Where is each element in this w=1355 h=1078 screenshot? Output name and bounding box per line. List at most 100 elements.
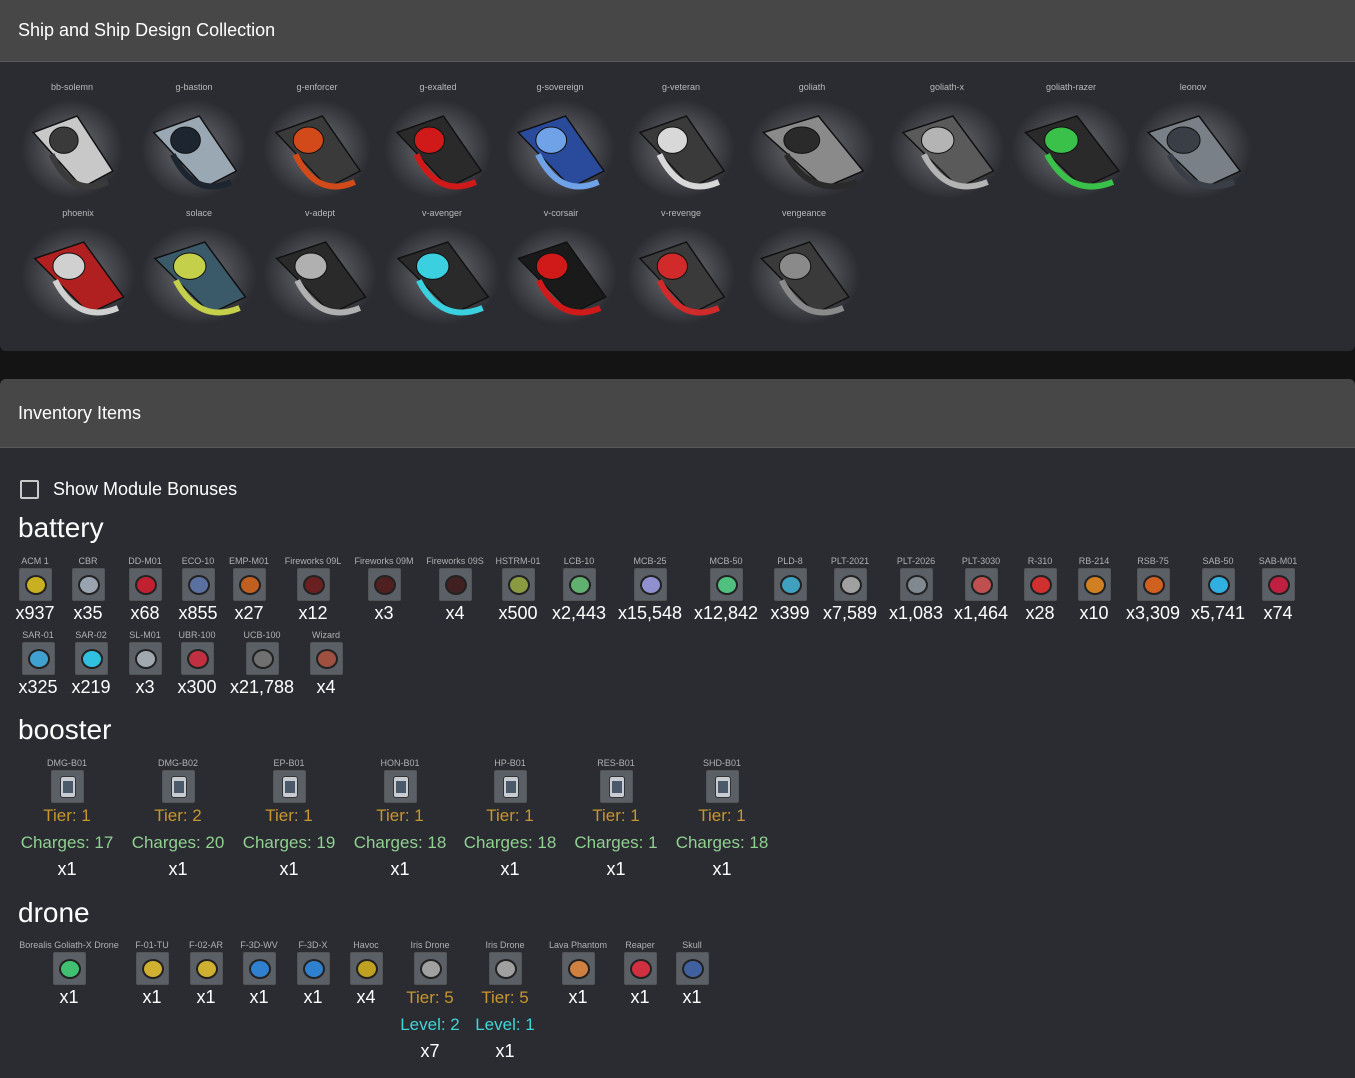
item-icon bbox=[1136, 568, 1170, 601]
item-qty: x27 bbox=[234, 603, 264, 623]
battery-item[interactable]: MCB-25 x15,548 bbox=[614, 555, 686, 625]
item-icon bbox=[309, 642, 343, 675]
item-icon bbox=[562, 568, 596, 601]
item-icon bbox=[161, 770, 195, 803]
item-tier: Tier: 1 bbox=[265, 806, 313, 825]
battery-item[interactable]: UBR-100 x300 bbox=[161, 629, 233, 699]
battery-item[interactable]: Fireworks 09L x12 bbox=[277, 555, 349, 625]
item-qty: x3 bbox=[374, 603, 394, 623]
item-tier: Tier: 2 bbox=[154, 806, 202, 825]
drone-item[interactable]: Havoc x4 bbox=[330, 939, 402, 1009]
booster-item[interactable]: EP-B01 Tier: 1 Charges: 19 x1 bbox=[233, 757, 345, 881]
drone-item[interactable]: Skull x1 bbox=[656, 939, 728, 1009]
ship-name: phoenix bbox=[62, 208, 94, 218]
item-qty: x2,443 bbox=[551, 603, 607, 623]
ship-card-v-adept[interactable]: v-adept bbox=[260, 206, 380, 330]
item-charges: Charges: 20 bbox=[131, 833, 225, 852]
item-name: EMP-M01 bbox=[228, 556, 269, 566]
item-tier: Tier: 1 bbox=[376, 806, 424, 825]
ship-image bbox=[384, 225, 500, 325]
category-booster: booster bbox=[18, 714, 112, 745]
ship-card-v-corsair[interactable]: v-corsair bbox=[502, 206, 620, 330]
item-name: Fireworks 09L bbox=[284, 556, 342, 566]
ship-card-vengeance[interactable]: vengeance bbox=[745, 206, 863, 330]
ship-card-v-revenge[interactable]: v-revenge bbox=[624, 206, 738, 330]
battery-item[interactable]: PLT-2026 x1,083 bbox=[880, 555, 952, 625]
battery-item[interactable]: SAB-M01 x74 bbox=[1242, 555, 1314, 625]
ship-name: v-adept bbox=[304, 208, 336, 218]
item-qty: x12 bbox=[298, 603, 328, 623]
battery-item[interactable]: LCB-10 x2,443 bbox=[543, 555, 615, 625]
ship-card-phoenix[interactable]: phoenix bbox=[18, 206, 138, 330]
ship-card-v-avenger[interactable]: v-avenger bbox=[381, 206, 503, 330]
booster-item[interactable]: HON-B01 Tier: 1 Charges: 18 x1 bbox=[344, 757, 456, 881]
category-battery: battery bbox=[18, 512, 104, 543]
ship-card-bb-solemn[interactable]: bb-solemn bbox=[18, 80, 126, 204]
battery-item[interactable]: UCB-100 x21,788 bbox=[226, 629, 298, 699]
item-name: HON-B01 bbox=[380, 758, 420, 768]
ship-card-g-veteran[interactable]: g-veteran bbox=[624, 80, 738, 204]
ship-name: g-exalted bbox=[419, 82, 457, 92]
battery-item[interactable]: Wizard x4 bbox=[290, 629, 362, 699]
item-name: Fireworks 09S bbox=[426, 556, 484, 566]
battery-item[interactable]: MCB-50 x12,842 bbox=[690, 555, 762, 625]
battery-item[interactable]: Fireworks 09M x3 bbox=[348, 555, 420, 625]
booster-item[interactable]: SHD-B01 Tier: 1 Charges: 18 x1 bbox=[666, 757, 778, 881]
item-name: Skull bbox=[682, 940, 702, 950]
item-qty: x1 bbox=[500, 859, 520, 879]
booster-item[interactable]: RES-B01 Tier: 1 Charges: 1 x1 bbox=[560, 757, 672, 881]
ship-collection-panel: Ship and Ship Design Collection bb-solem… bbox=[0, 0, 1355, 351]
ship-card-goliath-x[interactable]: goliath-x bbox=[886, 80, 1008, 204]
show-module-bonuses-toggle[interactable]: Show Module Bonuses bbox=[20, 479, 237, 500]
ship-name: g-sovereign bbox=[536, 82, 584, 92]
drone-item[interactable]: Iris Drone Tier: 5 Level: 2 x7 bbox=[394, 939, 466, 1063]
drone-item[interactable]: Iris Drone Tier: 5 Level: 1 x1 bbox=[469, 939, 541, 1063]
item-qty: x4 bbox=[445, 603, 465, 623]
item-icon bbox=[1261, 568, 1295, 601]
item-tier: Tier: 5 bbox=[406, 988, 454, 1007]
item-name: EP-B01 bbox=[273, 758, 305, 768]
ship-card-leonov[interactable]: leonov bbox=[1131, 80, 1255, 204]
booster-item[interactable]: DMG-B01 Tier: 1 Charges: 17 x1 bbox=[11, 757, 123, 881]
ship-card-g-sovereign[interactable]: g-sovereign bbox=[502, 80, 618, 204]
battery-item[interactable]: EMP-M01 x27 bbox=[213, 555, 285, 625]
item-icon bbox=[675, 952, 709, 985]
battery-item[interactable]: Fireworks 09S x4 bbox=[419, 555, 491, 625]
item-name: DMG-B01 bbox=[46, 758, 87, 768]
item-name: Iris Drone bbox=[410, 940, 450, 950]
ship-card-g-enforcer[interactable]: g-enforcer bbox=[260, 80, 374, 204]
item-icon bbox=[18, 568, 52, 601]
item-icon bbox=[272, 770, 306, 803]
ship-name: g-bastion bbox=[175, 82, 213, 92]
battery-item[interactable]: RSB-75 x3,309 bbox=[1117, 555, 1189, 625]
item-icon bbox=[488, 952, 522, 985]
item-icon bbox=[180, 642, 214, 675]
item-qty: x21,788 bbox=[229, 677, 295, 697]
battery-item[interactable]: PLT-2021 x7,589 bbox=[814, 555, 886, 625]
item-icon bbox=[438, 568, 472, 601]
item-qty: x300 bbox=[177, 677, 217, 697]
item-name: Wizard bbox=[311, 630, 340, 640]
ship-card-g-bastion[interactable]: g-bastion bbox=[138, 80, 250, 204]
item-icon bbox=[296, 952, 330, 985]
drone-item[interactable]: Borealis Goliath-X Drone x1 bbox=[9, 939, 129, 1009]
ship-name: solace bbox=[185, 208, 212, 218]
ship-card-solace[interactable]: solace bbox=[138, 206, 260, 330]
item-icon bbox=[1077, 568, 1111, 601]
ship-card-goliath[interactable]: goliath bbox=[745, 80, 879, 204]
item-icon bbox=[493, 770, 527, 803]
item-icon bbox=[52, 952, 86, 985]
ship-card-g-exalted[interactable]: g-exalted bbox=[381, 80, 495, 204]
item-qty: x3,309 bbox=[1125, 603, 1181, 623]
item-qty: x4 bbox=[316, 677, 336, 697]
item-icon bbox=[349, 952, 383, 985]
item-qty: x4 bbox=[356, 987, 376, 1007]
ship-image bbox=[21, 225, 135, 325]
show-module-bonuses-checkbox[interactable] bbox=[20, 480, 39, 499]
ship-card-goliath-razer[interactable]: goliath-razer bbox=[1008, 80, 1134, 204]
booster-item[interactable]: DMG-B02 Tier: 2 Charges: 20 x1 bbox=[122, 757, 234, 881]
booster-item[interactable]: HP-B01 Tier: 1 Charges: 18 x1 bbox=[454, 757, 566, 881]
ship-image bbox=[505, 225, 617, 325]
ship-name: goliath-x bbox=[929, 82, 965, 92]
item-icon bbox=[623, 952, 657, 985]
